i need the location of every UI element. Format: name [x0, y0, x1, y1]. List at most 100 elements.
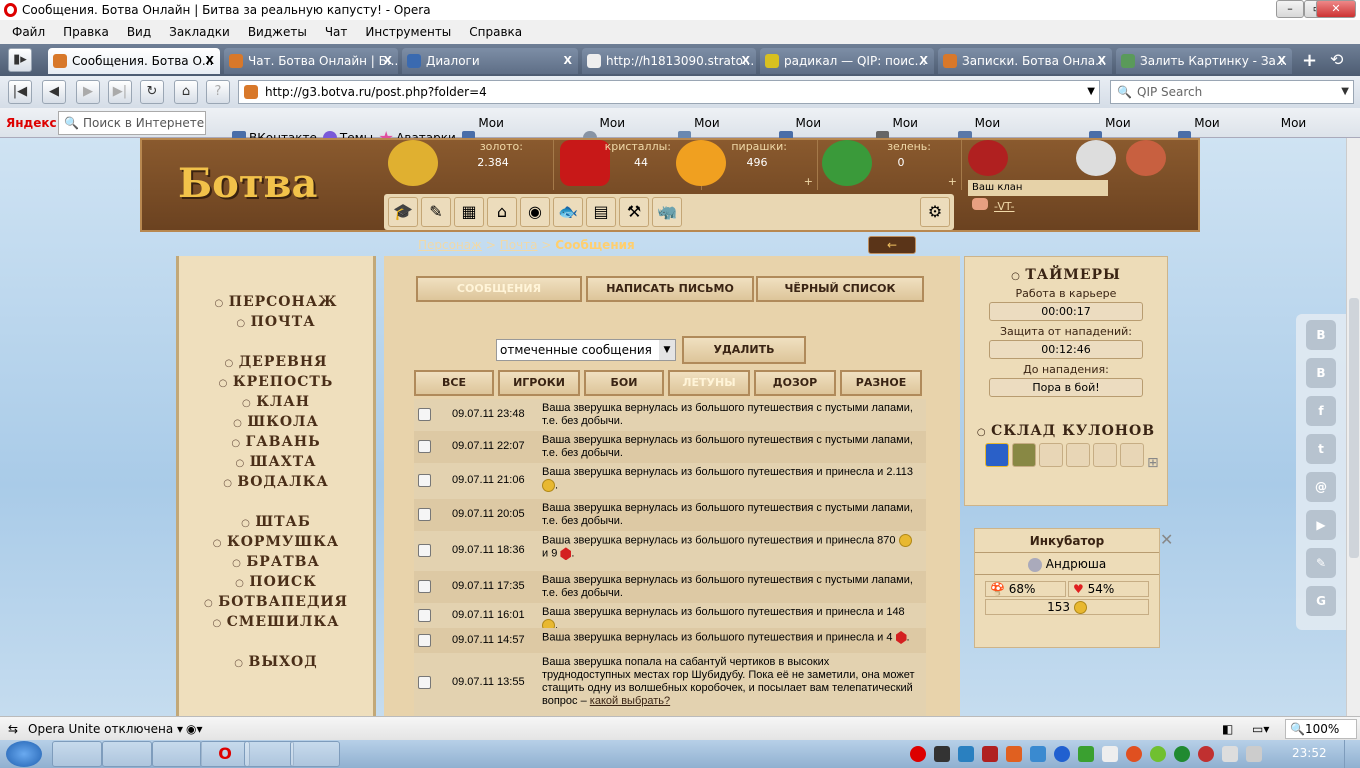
pendant-slot[interactable] — [1066, 443, 1090, 467]
attack-button[interactable]: Пора в бой! — [989, 378, 1143, 397]
taskbar-opera[interactable]: O — [200, 741, 250, 767]
tray-acrobat-icon[interactable] — [982, 746, 998, 762]
new-tab-button[interactable]: + — [1302, 50, 1317, 71]
tab-chat[interactable]: Чат. Ботва Онлайн | Б... X — [224, 48, 398, 74]
badge-icon[interactable]: ◉ — [520, 197, 550, 227]
grid-icon[interactable]: ▦ — [454, 197, 484, 227]
google-icon[interactable]: G — [1306, 586, 1336, 616]
fast-forward-button[interactable]: ▶| — [108, 80, 132, 104]
tab-close-icon[interactable]: X — [920, 48, 928, 74]
add-pirashki-button[interactable]: + — [804, 175, 813, 188]
filter-battles[interactable]: БОИ — [584, 370, 664, 396]
menu-fortress[interactable]: КРЕПОСТЬ — [179, 372, 373, 392]
facebook-icon[interactable]: f — [1306, 396, 1336, 426]
filter-misc[interactable]: РАЗНОЕ — [840, 370, 922, 396]
security-info-icon[interactable]: ? — [206, 80, 230, 104]
menu-edit[interactable]: Правка — [57, 20, 115, 44]
tab-close-icon[interactable]: X — [564, 48, 572, 74]
play-icon[interactable]: ▶ — [1306, 510, 1336, 540]
twitter-icon[interactable]: t — [1306, 434, 1336, 464]
tray-aimp-icon[interactable] — [1126, 746, 1142, 762]
menu-village[interactable]: ДЕРЕВНЯ — [179, 352, 373, 372]
avatar-boar-icon[interactable] — [1126, 140, 1166, 176]
message-checkbox[interactable] — [418, 508, 431, 521]
pencil-icon[interactable]: ✎ — [421, 197, 451, 227]
tab-write-letter[interactable]: НАПИСАТЬ ПИСЬМО — [586, 276, 754, 302]
home-button[interactable]: ⌂ — [174, 80, 198, 104]
tab-blacklist[interactable]: ЧЁРНЫЙ СПИСОК — [756, 276, 924, 302]
search-input[interactable]: 🔍 QIP Search ▼ — [1110, 80, 1354, 104]
close-button[interactable]: ✕ — [1316, 0, 1356, 18]
menu-hq[interactable]: ШТАБ — [179, 512, 373, 532]
delete-button[interactable]: УДАЛИТЬ — [682, 336, 806, 364]
minimize-button[interactable]: – — [1276, 0, 1304, 18]
panel-icon[interactable]: ◧ — [1222, 717, 1233, 741]
house-icon[interactable]: ⌂ — [487, 197, 517, 227]
pendant-blue-icon[interactable] — [985, 443, 1009, 467]
tab-close-icon[interactable]: X — [1278, 48, 1286, 74]
edit-icon[interactable]: ✎ — [1306, 548, 1336, 578]
blogger-icon[interactable]: B — [1306, 320, 1336, 350]
choose-box-link[interactable]: какой выбрать? — [590, 695, 670, 707]
school-cap-icon[interactable]: 🎓 — [388, 197, 418, 227]
mail-agent-icon[interactable]: @ — [1306, 472, 1336, 502]
taskbar-ie[interactable] — [52, 741, 102, 767]
clock[interactable]: 23:52 — [1292, 746, 1327, 760]
tab-upload-image[interactable]: Залить Картинку - За... X — [1116, 48, 1292, 74]
tray-icq-icon[interactable] — [1150, 746, 1166, 762]
chevron-down-icon[interactable]: ▼ — [1087, 81, 1095, 103]
menu-help[interactable]: Справка — [463, 20, 528, 44]
forward-button[interactable]: ▶ — [76, 80, 100, 104]
menu-bratva[interactable]: БРАТВА — [179, 552, 373, 572]
menu-bookmarks[interactable]: Закладки — [163, 20, 236, 44]
filter-patrol[interactable]: ДОЗОР — [754, 370, 836, 396]
rewind-button[interactable]: |◀ — [8, 80, 32, 104]
action-select[interactable]: отмеченные сообщения ▼ — [496, 339, 676, 361]
tab-dialogs[interactable]: Диалоги X — [402, 48, 578, 74]
breadcrumb-mail[interactable]: Почта — [500, 238, 538, 252]
tray-bolt-icon[interactable] — [1054, 746, 1070, 762]
breadcrumb-character[interactable]: Персонаж — [418, 238, 482, 252]
menu-view[interactable]: Вид — [121, 20, 157, 44]
menu-mine[interactable]: ШАХТА — [179, 452, 373, 472]
taskbar-qip[interactable] — [290, 741, 340, 767]
menu-logout[interactable]: ВЫХОД — [179, 652, 373, 672]
menu-harbor[interactable]: ГАВАНЬ — [179, 432, 373, 452]
taskbar-app[interactable] — [244, 741, 294, 767]
tray-java-icon[interactable] — [1006, 746, 1022, 762]
images-toggle-icon[interactable]: ▭▾ — [1252, 717, 1269, 741]
pendant-slot[interactable] — [1039, 443, 1063, 467]
pendant-slot[interactable] — [1120, 443, 1144, 467]
message-checkbox[interactable] — [418, 544, 431, 557]
tab-radikal[interactable]: радикал — QIP: поис... X — [760, 48, 934, 74]
menu-search[interactable]: ПОИСК — [179, 572, 373, 592]
settings-gear-icon[interactable]: ⚙ — [920, 197, 950, 227]
filter-flyers[interactable]: ЛЕТУНЫ — [668, 370, 750, 396]
address-input[interactable]: http://g3.botva.ru/post.php?folder=4 ▼ — [238, 80, 1100, 104]
tray-steam-icon[interactable] — [934, 746, 950, 762]
pet-name[interactable]: Андрюша — [975, 553, 1159, 575]
volume-icon[interactable] — [1222, 746, 1238, 762]
closed-tabs-icon[interactable]: ⟲ — [1330, 50, 1343, 69]
tray-utorrent-icon[interactable] — [1174, 746, 1190, 762]
add-pendant-button[interactable]: ⊞ — [1147, 455, 1159, 471]
menu-clan[interactable]: КЛАН — [179, 392, 373, 412]
tab-messages[interactable]: Сообщения. Ботва О... X — [48, 48, 220, 74]
back-arrow-button[interactable]: ← — [868, 236, 916, 254]
filter-all[interactable]: ВСЕ — [414, 370, 494, 396]
reload-button[interactable]: ↻ — [140, 80, 164, 104]
tray-flag-icon[interactable] — [1102, 746, 1118, 762]
menu-jokes[interactable]: СМЕШИЛКА — [179, 612, 373, 632]
filter-players[interactable]: ИГРОКИ — [498, 370, 580, 396]
chevron-down-icon[interactable]: ▼ — [1341, 81, 1349, 103]
message-checkbox[interactable] — [418, 408, 431, 421]
show-desktop-button[interactable] — [1344, 740, 1360, 768]
tab-close-icon[interactable]: X — [1098, 48, 1106, 74]
auction-hammer-icon[interactable]: ⚒ — [619, 197, 649, 227]
back-button[interactable]: ◀ — [42, 80, 66, 104]
tray-ovi-icon[interactable] — [1078, 746, 1094, 762]
message-checkbox[interactable] — [418, 474, 431, 487]
menu-botvapedia[interactable]: БОТВАПЕДИЯ — [179, 592, 373, 612]
taskbar-network[interactable] — [152, 741, 202, 767]
avatar-panda-icon[interactable] — [1076, 140, 1116, 176]
